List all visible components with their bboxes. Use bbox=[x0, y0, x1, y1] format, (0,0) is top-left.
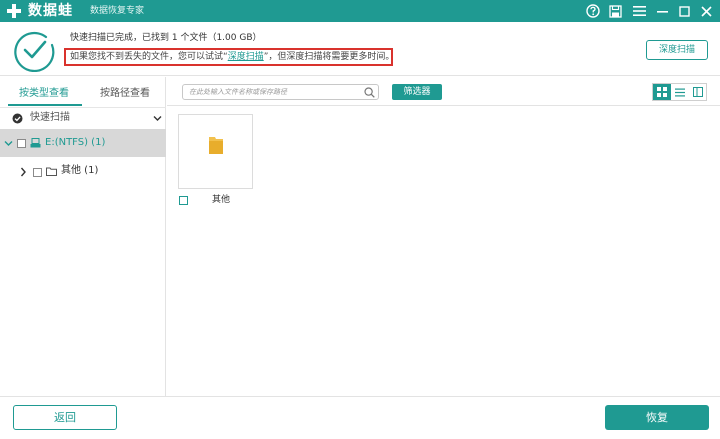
sidebar: 按类型查看 按路径查看 快速扫描 E:(NTFS) (1) 其他 (1) bbox=[0, 77, 166, 396]
app-logo-icon bbox=[7, 4, 21, 18]
tree-item-other[interactable]: 其他 (1) bbox=[0, 158, 166, 186]
scan-header: 快速扫描已完成，已找到 1 个文件（1.00 GB） 如果您找不到丢失的文件，您… bbox=[0, 22, 720, 76]
folder-icon bbox=[209, 137, 223, 154]
detail-view-button[interactable] bbox=[689, 84, 707, 100]
filter-button[interactable]: 筛选器 bbox=[392, 84, 442, 100]
search-input[interactable] bbox=[189, 86, 359, 98]
scan-status-text: 快速扫描已完成，已找到 1 个文件（1.00 GB） bbox=[70, 33, 262, 43]
expand-down-icon[interactable] bbox=[4, 140, 13, 147]
help-button[interactable] bbox=[584, 2, 602, 20]
footer-bar: 返回 恢复 bbox=[0, 396, 720, 439]
view-tabs: 按类型查看 按路径查看 bbox=[0, 77, 166, 107]
tab-view-by-path[interactable]: 按路径查看 bbox=[100, 87, 150, 101]
list-view-icon bbox=[675, 88, 685, 96]
menu-icon bbox=[632, 6, 646, 16]
folder-outline-icon bbox=[46, 167, 57, 176]
file-checkbox[interactable] bbox=[179, 196, 188, 205]
scan-mode-label: 快速扫描 bbox=[30, 112, 70, 123]
help-icon bbox=[586, 4, 600, 18]
file-search bbox=[182, 84, 379, 100]
list-view-button[interactable] bbox=[671, 84, 689, 100]
app-subtitle: 数据恢复专家 bbox=[90, 6, 145, 16]
file-name: 其他 bbox=[212, 195, 231, 205]
drive-icon bbox=[30, 138, 41, 148]
save-button[interactable] bbox=[606, 2, 624, 20]
scan-mode-dropdown[interactable]: 快速扫描 bbox=[0, 108, 166, 129]
chevron-down-icon bbox=[153, 116, 162, 121]
grid-view-button[interactable] bbox=[653, 84, 671, 100]
maximize-button[interactable] bbox=[675, 2, 693, 20]
app-brand: 数据蛙 bbox=[28, 3, 73, 19]
search-icon[interactable] bbox=[364, 87, 375, 98]
tree-item-drive-e[interactable]: E:(NTFS) (1) bbox=[0, 129, 166, 157]
hint-text-suffix: ，但深度扫描将需要更多时间。 bbox=[268, 52, 395, 62]
save-icon bbox=[608, 4, 622, 18]
recover-button[interactable]: 恢复 bbox=[605, 405, 709, 430]
back-button[interactable]: 返回 bbox=[13, 405, 117, 430]
tree-item-label: E:(NTFS) (1) bbox=[45, 137, 106, 148]
tree-checkbox[interactable] bbox=[33, 168, 42, 177]
menu-button[interactable] bbox=[630, 2, 648, 20]
tree-checkbox[interactable] bbox=[17, 139, 26, 148]
view-mode-switcher bbox=[652, 83, 707, 101]
file-card[interactable] bbox=[178, 114, 253, 189]
title-bar: 数据蛙 数据恢复专家 bbox=[0, 0, 720, 22]
scan-complete-check-icon bbox=[14, 31, 55, 72]
minimize-icon bbox=[656, 10, 668, 13]
deep-scan-link[interactable]: 深度扫描 bbox=[228, 52, 264, 62]
toolbar-divider bbox=[167, 105, 720, 106]
close-icon bbox=[700, 5, 712, 17]
active-tab-indicator bbox=[8, 104, 82, 106]
maximize-icon bbox=[678, 5, 690, 17]
deep-scan-button[interactable]: 深度扫描 bbox=[646, 40, 708, 60]
tree-item-label: 其他 (1) bbox=[61, 165, 99, 176]
tab-view-by-type[interactable]: 按类型查看 bbox=[19, 87, 69, 101]
check-circle-icon bbox=[12, 113, 23, 124]
hint-text-prefix: 如果您找不到丢失的文件，您可以试试 bbox=[70, 52, 224, 62]
deep-scan-hint: 如果您找不到丢失的文件，您可以试试“深度扫描”，但深度扫描将需要更多时间。 bbox=[64, 48, 395, 66]
grid-view-icon bbox=[657, 87, 667, 97]
minimize-button[interactable] bbox=[653, 2, 671, 20]
chevron-right-icon[interactable] bbox=[20, 167, 27, 177]
detail-view-icon bbox=[693, 87, 703, 97]
close-button[interactable] bbox=[697, 2, 715, 20]
